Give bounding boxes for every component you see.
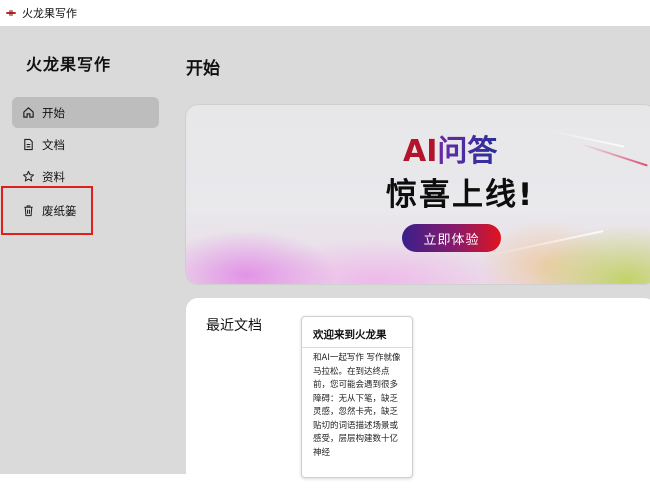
banner-title: AI问答	[403, 134, 498, 169]
document-card[interactable]: 欢迎来到火龙果 和AI一起写作 写作就像马拉松。在到达终点前，您可能会遇到很多障…	[301, 316, 413, 478]
document-card-title: 欢迎来到火龙果	[313, 329, 387, 341]
sidebar-item-documents[interactable]: 文档	[12, 129, 159, 160]
window-title: 火龙果写作	[22, 7, 77, 20]
window-titlebar: 火龙果写作	[0, 0, 650, 26]
app-surface: 火龙果写作 开始 文档 资料 废纸篓 开始 AI问答 惊喜上线! 立即体验 最近…	[0, 26, 650, 488]
highlight-annotation-box	[1, 186, 93, 235]
banner-subtitle: 惊喜上线!	[386, 177, 535, 213]
light-streak-decoration	[580, 143, 648, 167]
sidebar-item-label: 文档	[42, 137, 65, 152]
document-card-preview: 和AI一起写作 写作就像马拉松。在到达终点前，您可能会遇到很多障碍：无从下笔，缺…	[313, 353, 401, 458]
home-icon	[21, 106, 35, 120]
document-card-divider	[302, 347, 412, 348]
app-logo-icon	[6, 10, 16, 16]
sidebar-item-label: 资料	[42, 169, 65, 184]
recent-documents-title: 最近文档	[206, 318, 262, 334]
try-now-button[interactable]: 立即体验	[402, 224, 501, 252]
recent-documents-panel: 最近文档 欢迎来到火龙果 和AI一起写作 写作就像马拉松。在到达终点前，您可能会…	[186, 298, 650, 488]
ai-qa-banner[interactable]: AI问答 惊喜上线! 立即体验	[186, 105, 650, 284]
star-icon	[21, 170, 35, 184]
document-icon	[21, 138, 35, 152]
sidebar-item-start[interactable]: 开始	[12, 97, 159, 128]
sidebar-item-label: 开始	[42, 105, 65, 120]
page-title: 开始	[186, 59, 220, 79]
brand-title: 火龙果写作	[26, 55, 112, 74]
light-streak-decoration	[485, 230, 604, 257]
